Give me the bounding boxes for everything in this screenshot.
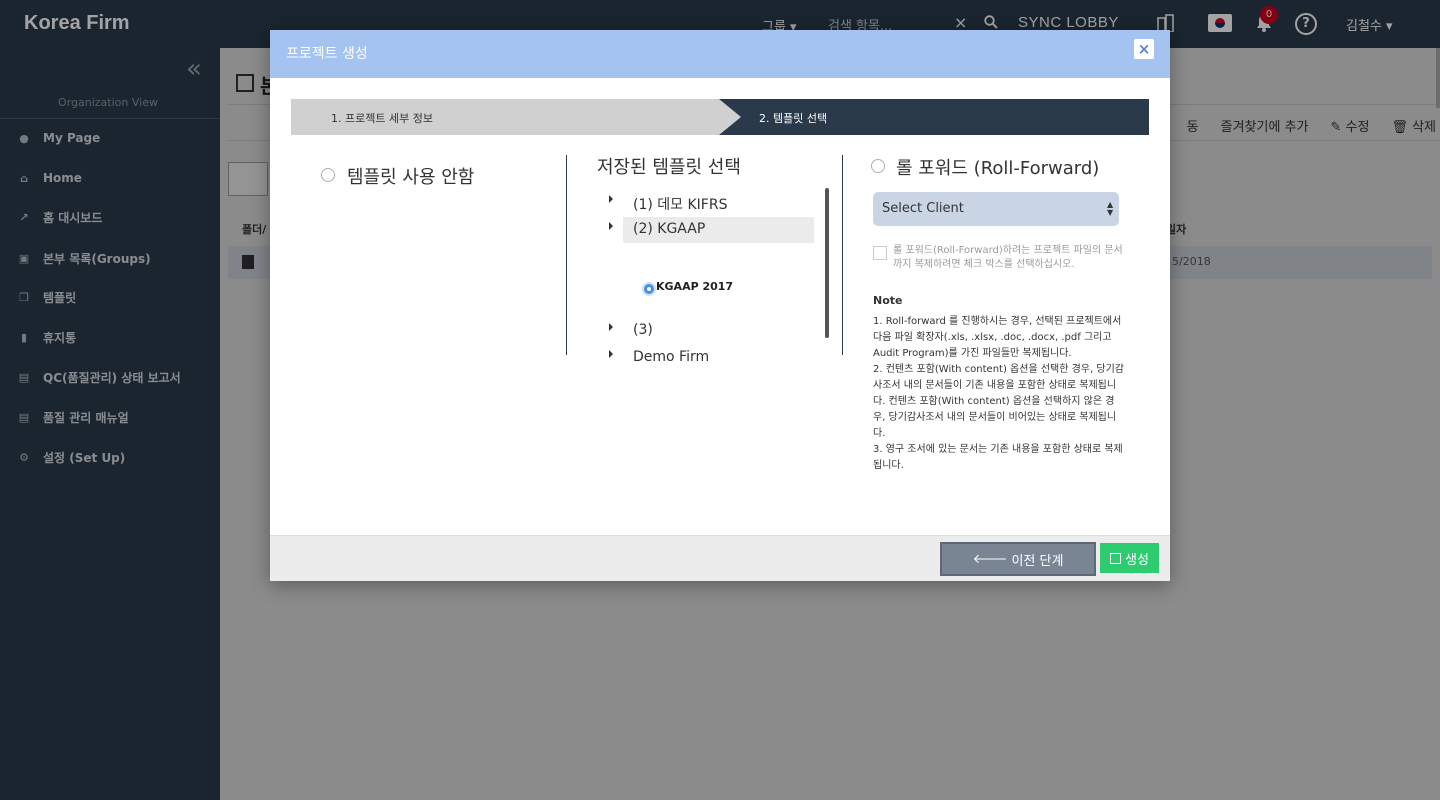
note-text: 1. Roll-forward 를 진행하시는 경우, 선택된 프로젝트에서 다… [873,314,1125,474]
template-radio-selected[interactable] [642,282,656,296]
note-title: Note [873,294,903,307]
caret-right-icon[interactable] [609,222,613,230]
step-2-label: 2. 템플릿 선택 [759,112,828,125]
tree-item-selected[interactable]: (2) KGAAP [609,217,814,243]
tree-item[interactable]: (1) 데모 KIFRS [602,190,814,216]
step-1-label: 1. 프로젝트 세부 정보 [331,112,433,125]
tree-item[interactable]: (3) [602,318,814,344]
copy-documents-label: 롤 포워드(Roll-Forward)하려는 프로젝트 파일의 문서까지 복제하… [893,245,1123,270]
caret-right-icon[interactable] [609,195,613,203]
note-item: 1. Roll-forward 를 진행하시는 경우, 선택된 프로젝트에서 다… [873,316,1122,359]
caret-right-icon[interactable] [609,323,613,331]
roll-forward-label: 롤 포워드 (Roll-Forward) [896,158,1100,179]
no-template-label: 템플릿 사용 안함 [347,167,475,188]
tree-item[interactable]: Demo Firm [602,345,814,371]
save-icon [1110,552,1122,564]
previous-step-button[interactable]: 🡐 이전 단계 [940,542,1096,576]
column-divider [842,155,843,355]
close-icon[interactable]: × [1134,39,1154,59]
select-client-dropdown[interactable]: Select Client ▲ ▼ [873,192,1119,226]
step-template-select[interactable]: 2. 템플릿 선택 [719,99,1149,135]
saved-templates-title: 저장된 템플릿 선택 [597,157,741,178]
create-button[interactable]: 생성 [1100,543,1159,573]
select-client-value: Select Client [882,201,964,216]
step-project-details[interactable]: 1. 프로젝트 세부 정보 [291,99,741,135]
wizard-steps: 1. 프로젝트 세부 정보 2. 템플릿 선택 [291,99,1149,135]
note-item: 2. 컨텐츠 포함(With content) 옵션을 선택한 경우, 당기감사… [873,364,1124,439]
note-item: 3. 영구 조서에 있는 문서는 기존 내용을 포함한 상태로 복제됩니다. [873,444,1123,471]
tree-scrollbar[interactable] [825,188,829,338]
no-template-radio[interactable] [321,168,335,182]
roll-forward-radio[interactable] [871,159,885,173]
modal-title: 프로젝트 생성 [286,46,368,62]
modal-header: 프로젝트 생성 × [270,30,1170,78]
modal-footer: 🡐 이전 단계 생성 [270,535,1170,581]
arrow-left-icon: 🡐 [972,552,1008,567]
template-tree: (1) 데모 KIFRS (2) KGAAP KGAAP 2017 (3) De… [602,188,832,365]
caret-right-icon[interactable] [609,350,613,358]
column-divider [566,155,567,355]
updown-arrows-icon: ▲ ▼ [1107,200,1114,217]
create-project-modal: 프로젝트 생성 × 1. 프로젝트 세부 정보 2. 템플릿 선택 템플릿 사용… [270,30,1170,581]
copy-documents-checkbox[interactable] [873,246,887,260]
